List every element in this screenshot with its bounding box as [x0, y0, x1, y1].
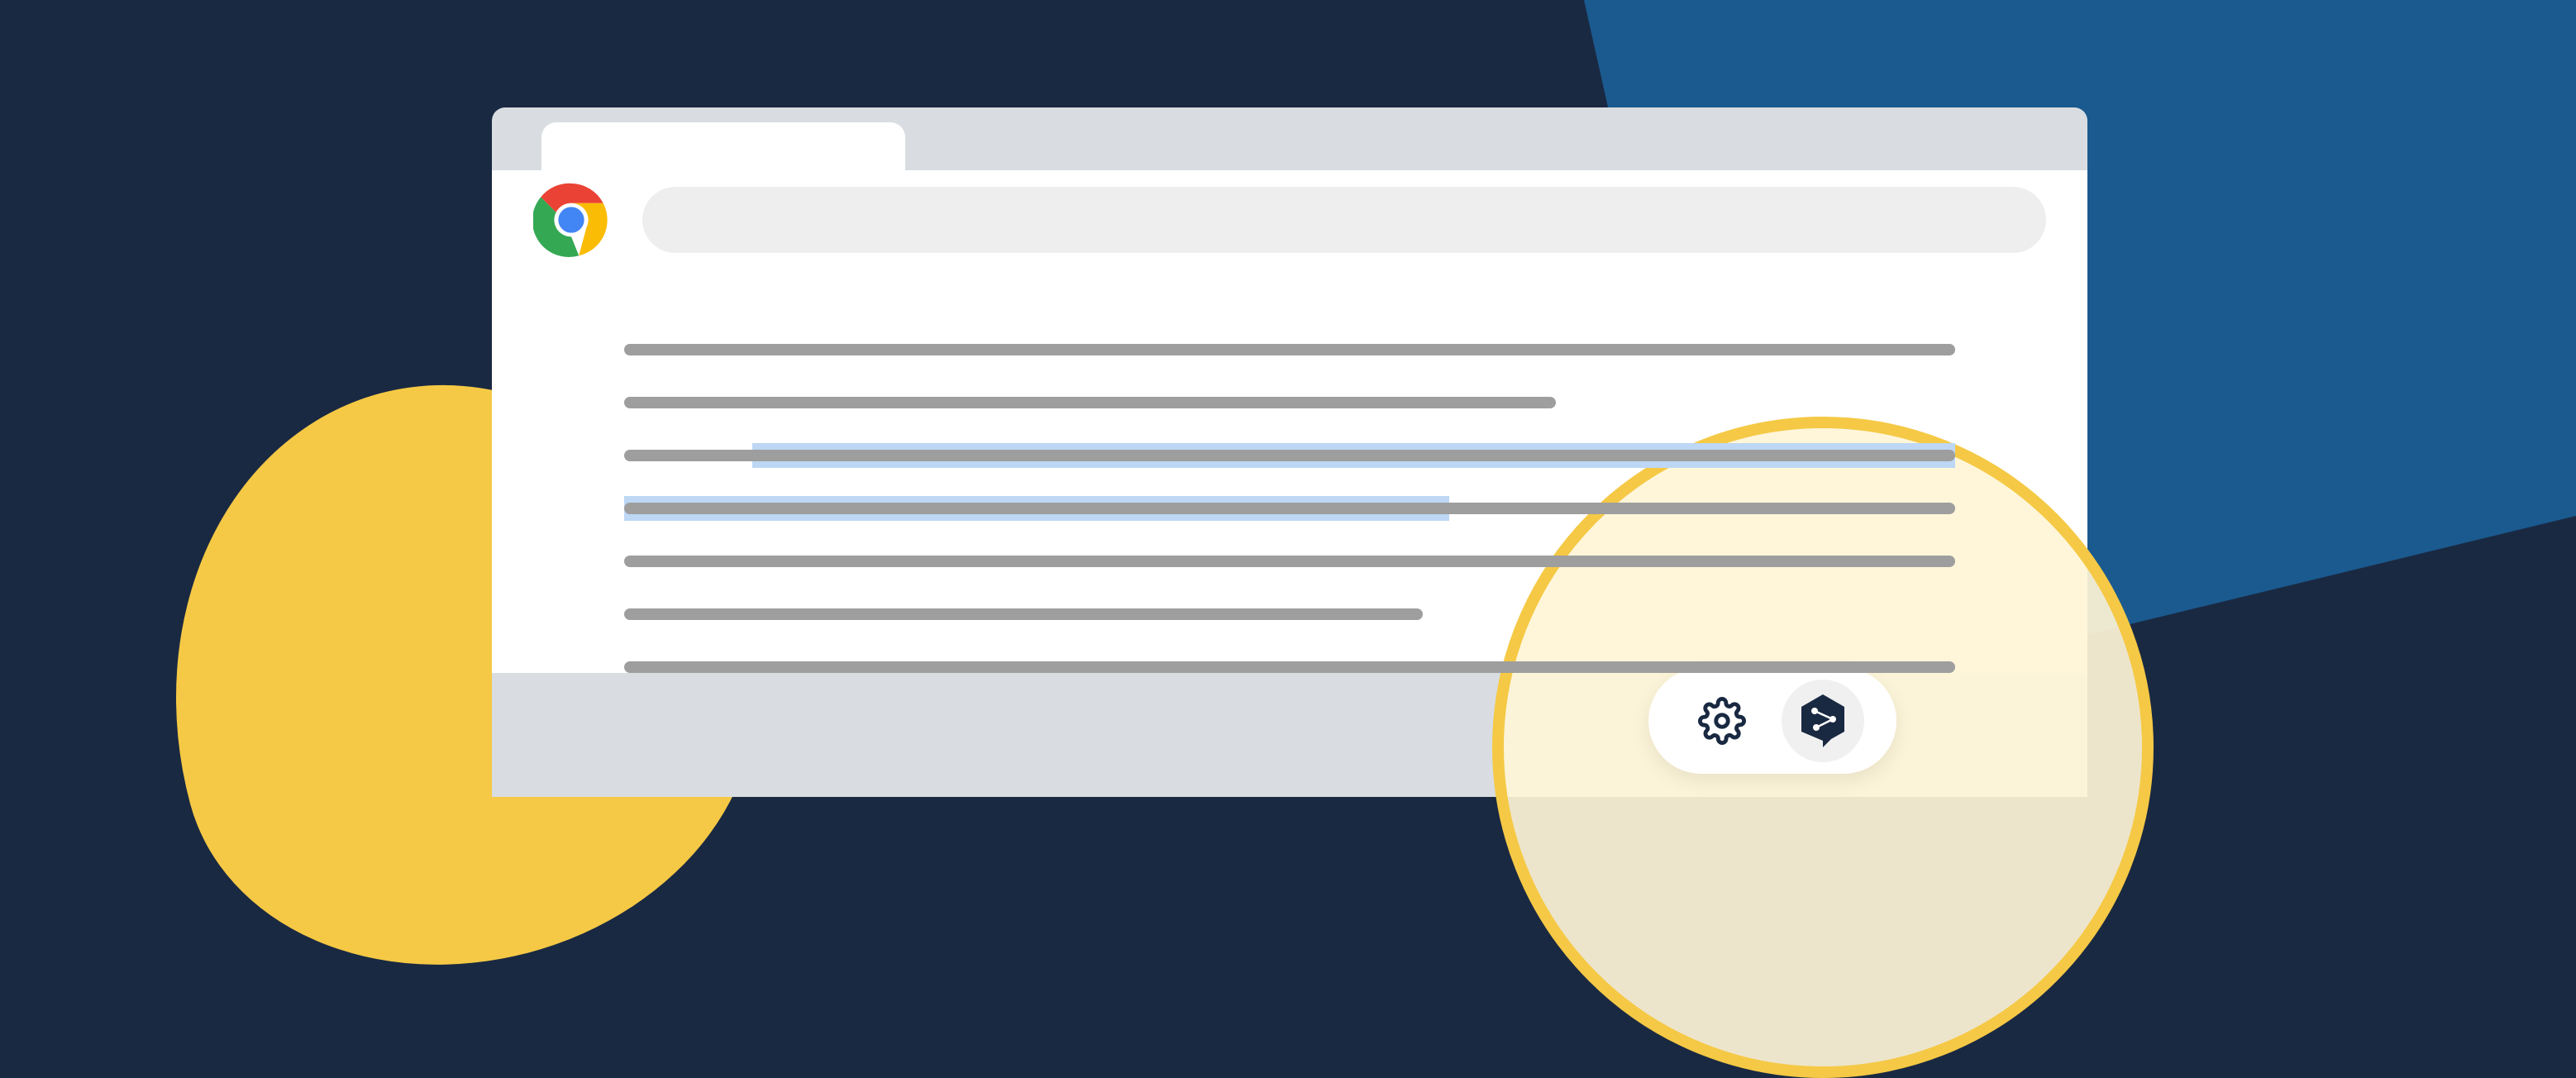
- chrome-logo-icon: [533, 182, 609, 258]
- hex-share-icon: [1797, 693, 1849, 749]
- share-button[interactable]: [1782, 680, 1864, 762]
- text-placeholder-line: [624, 344, 1955, 355]
- browser-toolbar: [492, 170, 2087, 270]
- extension-toolbar: [1648, 668, 1896, 774]
- browser-tab-strip: [492, 107, 2087, 170]
- browser-window: [492, 107, 2087, 797]
- text-placeholder-line: [624, 397, 1556, 408]
- text-placeholder-line: [624, 503, 1955, 514]
- text-placeholder-line: [624, 608, 1423, 620]
- settings-button[interactable]: [1681, 680, 1763, 762]
- magnification-highlight: [1492, 417, 2154, 1078]
- text-placeholder-line: [624, 661, 1955, 673]
- text-placeholder-line: [624, 450, 1955, 461]
- address-bar[interactable]: [642, 187, 2046, 253]
- gear-icon: [1698, 697, 1746, 745]
- browser-tab[interactable]: [541, 122, 905, 170]
- text-placeholder-line: [624, 556, 1955, 567]
